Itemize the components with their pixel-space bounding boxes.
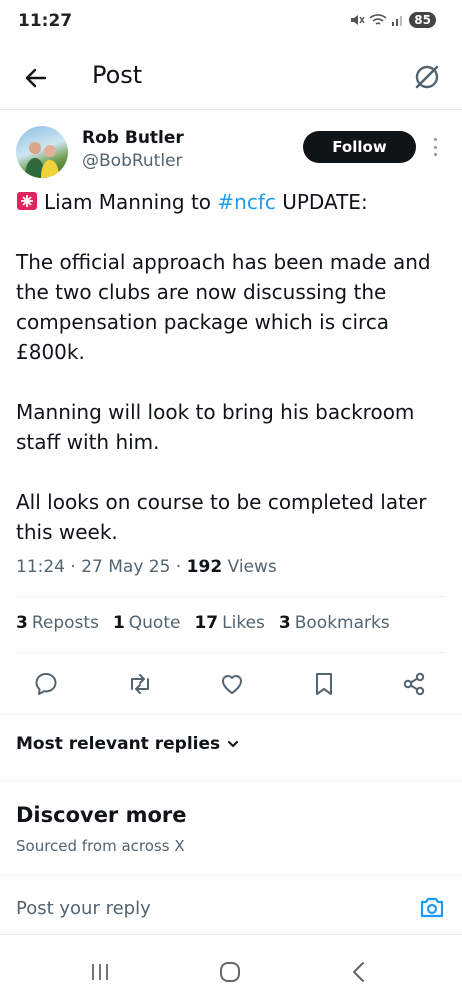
author-handle[interactable]: @BobRutler	[82, 151, 183, 171]
tweet-paragraph: The official approach has been made and …	[16, 250, 431, 364]
bookmarks-count: 3	[278, 613, 291, 633]
tweet-line1-prefix: Liam Manning to	[44, 190, 218, 214]
share-icon	[403, 672, 425, 696]
siren-icon	[17, 192, 37, 210]
more-dot	[433, 145, 437, 149]
engagement-stats: 3 Reposts 1 Quote 17 Likes 3 Bookmarks	[16, 613, 390, 633]
camera-button[interactable]	[418, 893, 446, 921]
likes-label: Likes	[222, 613, 265, 633]
mute-icon	[351, 15, 365, 25]
back-nav-icon	[353, 962, 364, 982]
bookmarks-stat[interactable]: 3 Bookmarks	[279, 613, 390, 633]
bookmark-icon	[316, 673, 332, 695]
signal-icon	[392, 16, 403, 26]
divider	[16, 652, 446, 653]
top-app-bar: Post	[0, 46, 462, 110]
reply-icon	[35, 673, 57, 695]
status-time: 11:27	[18, 11, 73, 31]
page-title: Post	[92, 61, 143, 89]
discover-title: Discover more	[16, 803, 187, 827]
home-icon	[220, 962, 240, 982]
more-dot	[433, 153, 437, 156]
repost-button[interactable]	[124, 668, 156, 700]
more-dot	[433, 138, 437, 141]
reply-input[interactable]: Post your reply	[16, 898, 151, 919]
tweet-meta: 11:24 · 27 May 25 · 192 Views	[16, 557, 277, 577]
camera-icon	[420, 897, 444, 918]
share-button[interactable]	[398, 668, 430, 700]
tweet-paragraph: Manning will look to bring his backroom …	[16, 400, 415, 454]
author-name[interactable]: Rob Butler	[82, 128, 184, 148]
divider	[0, 780, 462, 781]
tweet-actions	[0, 664, 462, 704]
back-nav-button[interactable]	[344, 957, 374, 987]
avatar[interactable]	[16, 126, 68, 178]
tweet-line1-suffix: UPDATE:	[275, 190, 368, 214]
chevron-down-icon	[228, 741, 239, 747]
home-button[interactable]	[215, 957, 245, 987]
discover-subtitle: Sourced from across X	[16, 837, 185, 855]
arrow-left-icon	[25, 68, 47, 88]
hashtag-link[interactable]: #ncfc	[217, 190, 275, 214]
reply-composer[interactable]: Post your reply	[0, 875, 462, 935]
wifi-icon	[369, 14, 387, 25]
more-options-button[interactable]	[428, 135, 442, 159]
quotes-stat[interactable]: 1 Quote	[113, 613, 181, 633]
grok-icon	[415, 65, 439, 89]
replies-sort-label: Most relevant replies	[16, 734, 221, 754]
likes-stat[interactable]: 17 Likes	[194, 613, 264, 633]
like-icon	[222, 675, 242, 694]
grok-button[interactable]	[410, 60, 444, 94]
bookmarks-label: Bookmarks	[294, 613, 390, 633]
system-nav-bar	[0, 945, 462, 1000]
tweet-paragraph: Liam Manning to #ncfc UPDATE:	[16, 187, 446, 217]
quotes-label: Quote	[128, 613, 181, 633]
repost-icon	[131, 674, 149, 694]
views-count: 192	[186, 557, 223, 577]
replies-sort-dropdown[interactable]: Most relevant replies	[16, 734, 240, 754]
recent-apps-button[interactable]	[85, 957, 115, 987]
reposts-stat[interactable]: 3 Reposts	[16, 613, 99, 633]
likes-count: 17	[194, 613, 219, 633]
tweet-time: 11:24	[16, 557, 65, 577]
tweet-paragraph: All looks on course to be completed late…	[16, 490, 427, 544]
back-button[interactable]	[20, 62, 52, 94]
bookmark-button[interactable]	[308, 668, 340, 700]
reposts-label: Reposts	[31, 613, 99, 633]
reposts-count: 3	[16, 613, 28, 633]
status-icons: 85	[349, 12, 436, 28]
like-button[interactable]	[216, 668, 248, 700]
avatar-photo	[25, 142, 59, 178]
divider	[16, 596, 446, 597]
tweet-date: 27 May 25	[81, 557, 171, 577]
reply-button[interactable]	[30, 668, 62, 700]
divider	[0, 714, 462, 715]
tweet-text: Liam Manning to #ncfc UPDATE: The offici…	[16, 187, 446, 547]
follow-button[interactable]: Follow	[303, 131, 416, 163]
quotes-count: 1	[112, 613, 125, 633]
battery-icon: 85	[409, 12, 436, 28]
recent-apps-icon	[92, 964, 108, 980]
status-bar: 11:27 85	[0, 0, 462, 46]
views-label: Views	[227, 557, 277, 577]
